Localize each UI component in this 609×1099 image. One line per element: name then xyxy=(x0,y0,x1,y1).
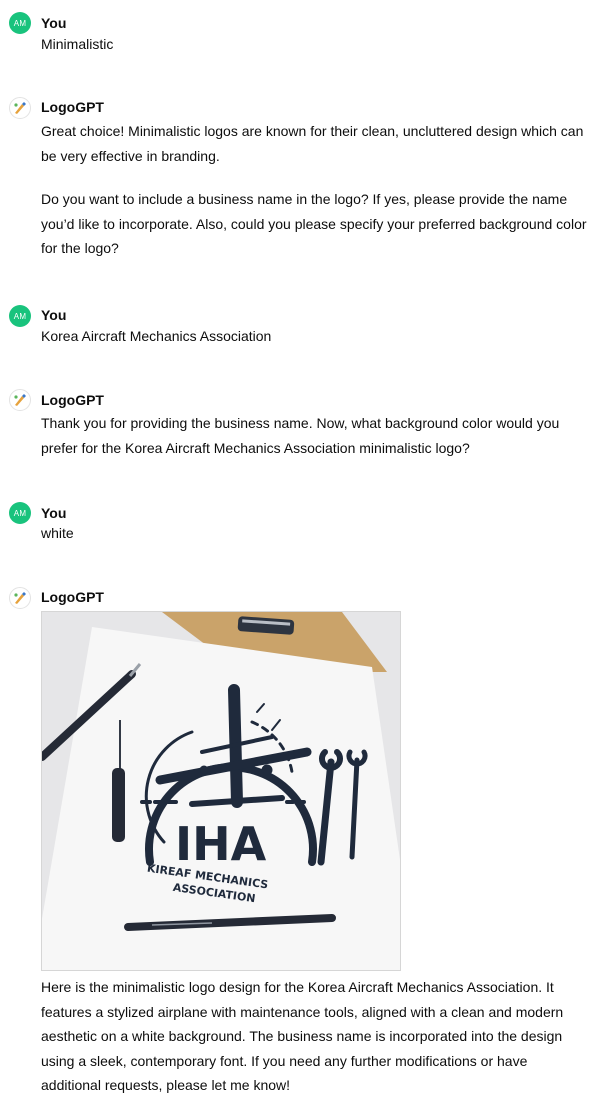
logogpt-avatar-icon xyxy=(9,389,31,411)
user-avatar: AM xyxy=(9,305,31,327)
message-text: Great choice! Minimalistic logos are kno… xyxy=(41,119,589,261)
user-avatar: AM xyxy=(9,502,31,524)
author-name: You xyxy=(41,15,67,31)
logogpt-avatar-icon xyxy=(9,97,31,119)
message-text: Thank you for providing the business nam… xyxy=(41,415,560,456)
author-name: LogoGPT xyxy=(41,392,104,408)
logogpt-avatar-icon xyxy=(9,587,31,609)
author-name: You xyxy=(41,505,67,521)
paragraph: Do you want to include a business name i… xyxy=(41,191,587,256)
generated-logo-image[interactable]: IHA KIREAF MECHANICS ASSOCIATION xyxy=(41,611,401,971)
logo-letters: IHA xyxy=(175,817,267,871)
message-text: Minimalistic xyxy=(41,36,114,52)
paragraph: Great choice! Minimalistic logos are kno… xyxy=(41,123,584,164)
message-text: white xyxy=(41,525,74,541)
author-name: LogoGPT xyxy=(41,99,104,115)
author-name: LogoGPT xyxy=(41,589,104,605)
author-name: You xyxy=(41,307,67,323)
message-text: Here is the minimalistic logo design for… xyxy=(41,979,564,1093)
message-text: Korea Aircraft Mechanics Association xyxy=(41,328,272,344)
user-avatar: AM xyxy=(9,12,31,34)
